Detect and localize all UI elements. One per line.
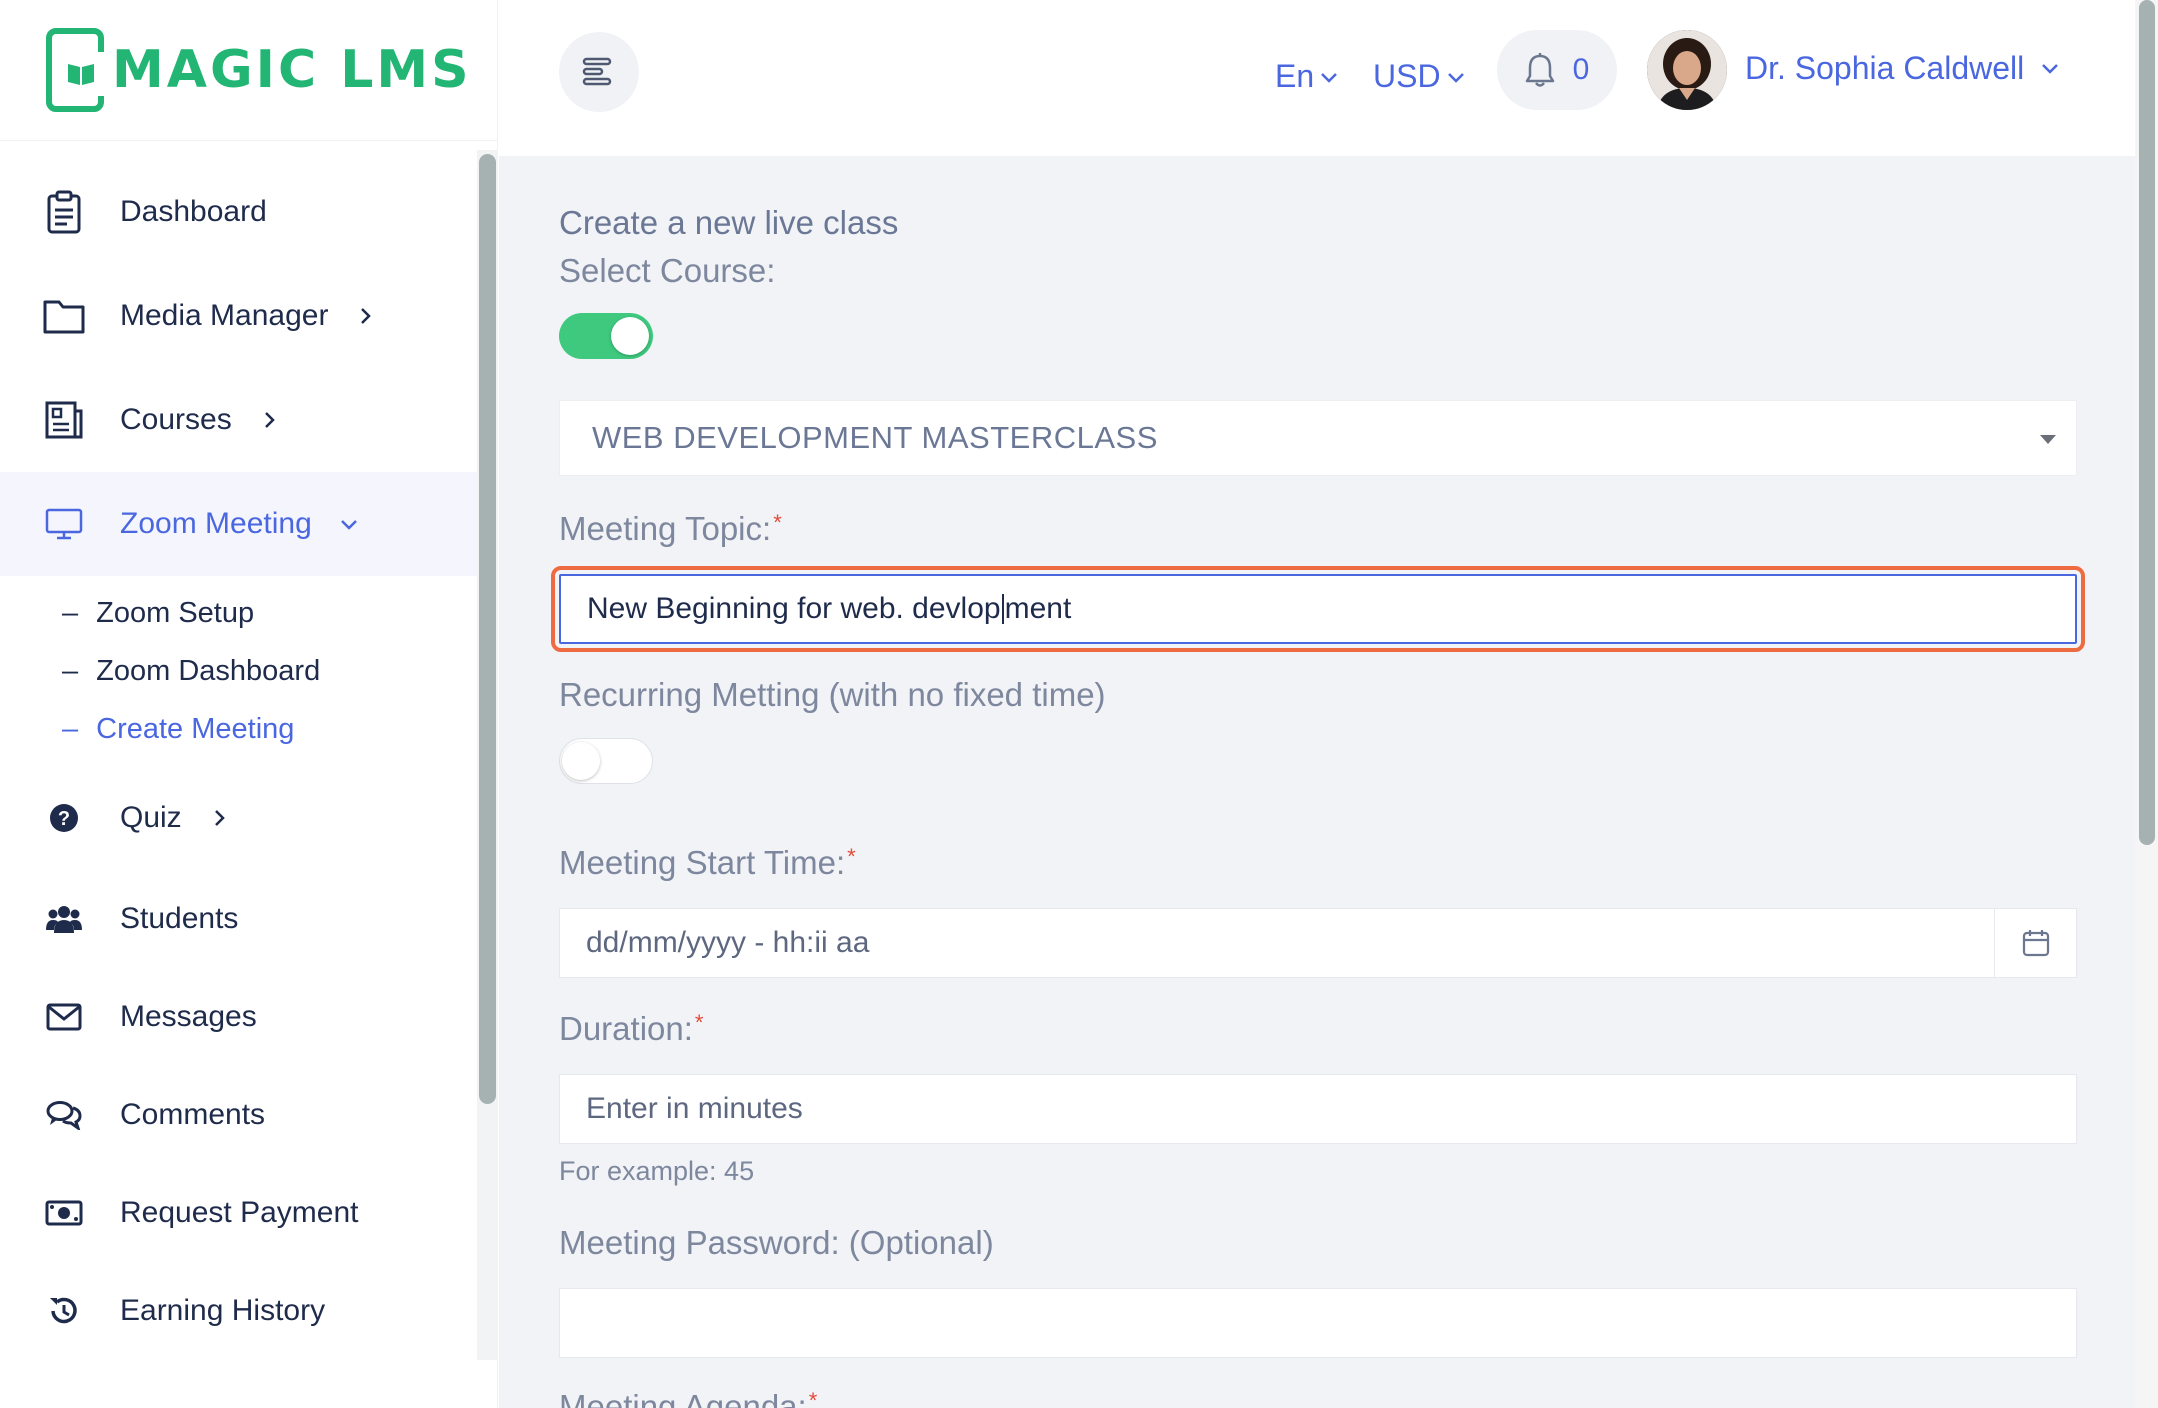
- start-time-label: Meeting Start Time:*: [559, 844, 856, 881]
- sidebar-item-label: Dashboard: [120, 195, 267, 228]
- brand-name: MAGIC LMS: [112, 40, 472, 100]
- sidebar-scrollbar[interactable]: [477, 150, 498, 1360]
- sidebar-item-label: Students: [120, 902, 239, 935]
- avatar[interactable]: [1647, 30, 1727, 110]
- chevron-down-icon: [1447, 72, 1464, 83]
- language-selector[interactable]: En: [1275, 58, 1340, 95]
- text-caret: [1001, 594, 1004, 624]
- recurring-meeting-label: Recurring Metting (with no fixed time): [559, 676, 1106, 713]
- sidebar-item-dashboard[interactable]: Dashboard: [0, 160, 478, 264]
- sidebar-item-label: Comments: [120, 1098, 266, 1131]
- divider: [0, 140, 498, 141]
- sidebar-item-quiz[interactable]: ? Quiz: [0, 766, 478, 870]
- sidebar-nav: Dashboard Media Manager Courses Zoom Mee…: [0, 160, 478, 1360]
- meeting-topic-label: Meeting Topic:*: [559, 510, 782, 547]
- svg-text:?: ?: [58, 808, 70, 830]
- currency-selector[interactable]: USD: [1373, 58, 1467, 95]
- sidebar-item-label: Quiz: [120, 801, 182, 834]
- duration-label: Duration:*: [559, 1010, 704, 1047]
- course-select[interactable]: WEB DEVELOPMENT MASTERCLASS: [559, 400, 2077, 476]
- clipboard-icon: [40, 188, 88, 236]
- sidebar-item-label: Courses: [120, 403, 232, 436]
- sidebar-item-request-payment[interactable]: Request Payment: [0, 1164, 478, 1262]
- bell-icon: [1525, 53, 1554, 87]
- recurring-meeting-toggle[interactable]: [559, 738, 653, 784]
- duration-hint: For example: 45: [559, 1156, 755, 1186]
- sidebar-subitem-zoom-dashboard[interactable]: – Zoom Dashboard: [62, 642, 478, 700]
- sidebar-item-label: Earning History: [120, 1294, 326, 1327]
- brand-logo[interactable]: MAGIC LMS: [46, 26, 472, 114]
- menu-toggle-button[interactable]: [559, 32, 639, 112]
- calendar-button[interactable]: [1994, 909, 2076, 977]
- page-title: Create a new live class: [559, 204, 899, 241]
- agenda-label: Meeting Agenda:*: [559, 1388, 818, 1408]
- password-input[interactable]: [559, 1288, 2077, 1358]
- sidebar-subitem-zoom-setup[interactable]: – Zoom Setup: [62, 584, 478, 642]
- chevron-down-icon: [1321, 72, 1338, 83]
- comments-icon: [40, 1091, 88, 1139]
- password-label: Meeting Password: (Optional): [559, 1224, 994, 1261]
- calendar-icon: [2022, 930, 2049, 957]
- sidebar-item-messages[interactable]: Messages: [0, 968, 478, 1066]
- page-scroll-thumb[interactable]: [2139, 0, 2155, 845]
- zoom-submenu: – Zoom Setup – Zoom Dashboard – Create Meet…: [0, 584, 478, 758]
- top-header: En USD 0 Dr. Sophia Caldwell: [499, 0, 2135, 156]
- page-scrollbar[interactable]: [2135, 0, 2158, 1408]
- envelope-icon: [40, 993, 88, 1041]
- caret-down-icon: [2040, 435, 2056, 444]
- sidebar-item-label: Zoom Meeting: [120, 507, 312, 540]
- select-course-label: Select Course:: [559, 252, 776, 289]
- logo-book-icon: [46, 28, 104, 112]
- chevron-right-icon: [264, 412, 275, 428]
- users-icon: [40, 895, 88, 943]
- courses-icon: [40, 396, 88, 444]
- chevron-down-icon: [340, 520, 357, 530]
- chevron-right-icon: [214, 810, 225, 826]
- sidebar-subitem-create-meeting[interactable]: – Create Meeting: [62, 700, 478, 758]
- notifications-button[interactable]: 0: [1497, 30, 1617, 110]
- sidebar-item-label: Media Manager: [120, 299, 329, 332]
- notification-count: 0: [1572, 53, 1590, 86]
- sidebar-item-courses[interactable]: Courses: [0, 368, 478, 472]
- sidebar-item-earning-history[interactable]: Earning History: [0, 1262, 478, 1360]
- sidebar-item-zoom-meeting[interactable]: Zoom Meeting: [0, 472, 478, 576]
- question-circle-icon: ?: [40, 794, 88, 842]
- sidebar-scroll-thumb[interactable]: [479, 154, 496, 1104]
- money-icon: [40, 1189, 88, 1237]
- history-icon: [40, 1287, 88, 1335]
- sidebar: MAGIC LMS Dashboard Media Manager Course…: [0, 0, 498, 1408]
- chevron-right-icon: [361, 308, 372, 324]
- folder-icon: [40, 292, 88, 340]
- select-course-toggle[interactable]: [559, 313, 653, 359]
- sidebar-item-comments[interactable]: Comments: [0, 1066, 478, 1164]
- user-menu[interactable]: Dr. Sophia Caldwell: [1745, 50, 2062, 87]
- start-time-input[interactable]: dd/mm/yyyy - hh:ii aa: [559, 908, 2077, 978]
- sidebar-item-label: Request Payment: [120, 1196, 359, 1229]
- sidebar-item-media-manager[interactable]: Media Manager: [0, 264, 478, 368]
- monitor-icon: [40, 500, 88, 548]
- main-content: Create a new live class Select Course: W…: [499, 156, 2135, 1408]
- chevron-down-icon: [2042, 63, 2059, 74]
- sidebar-item-label: Messages: [120, 1000, 257, 1033]
- sidebar-item-students[interactable]: Students: [0, 870, 478, 968]
- duration-input[interactable]: Enter in minutes: [559, 1074, 2077, 1144]
- menu-align-icon: [582, 57, 612, 86]
- meeting-topic-input[interactable]: New Beginning for web. devlop ment: [551, 566, 2085, 652]
